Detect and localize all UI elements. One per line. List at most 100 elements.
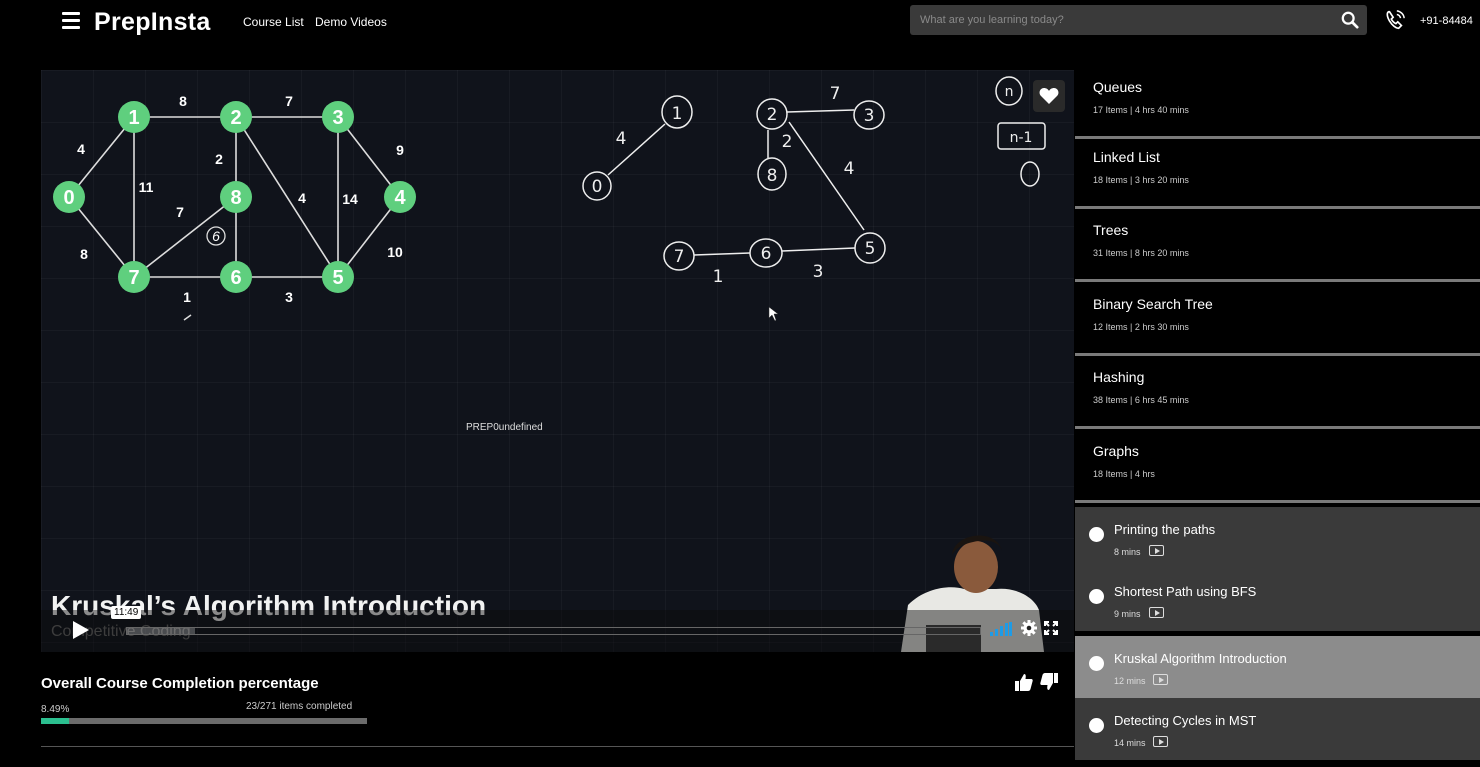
graph-node-label: 0 bbox=[63, 187, 74, 209]
sketch-label: 3 bbox=[813, 262, 824, 282]
graph-node-label: 4 bbox=[394, 187, 406, 209]
sketch-label: 5 bbox=[865, 239, 876, 259]
video-player[interactable]: 0 1 2 3 4 5 6 7 8 4 8 7 9 10 14 4 2 11 7… bbox=[41, 70, 1074, 652]
completion-title: Overall Course Completion percentage bbox=[41, 675, 319, 692]
lesson-kruskal-algorithm[interactable]: Kruskal Algorithm Introduction 12 mins bbox=[1075, 636, 1480, 698]
lesson-printing-the-paths[interactable]: Printing the paths 8 mins bbox=[1075, 507, 1480, 569]
nav-demo-videos[interactable]: Demo Videos bbox=[315, 15, 387, 29]
graph-node-label: 6 bbox=[230, 267, 241, 289]
module-name: Binary Search Tree bbox=[1093, 296, 1213, 312]
graph-node-label: 3 bbox=[332, 107, 343, 129]
volume-icon[interactable] bbox=[990, 622, 1012, 636]
search-input[interactable] bbox=[910, 5, 1330, 35]
graph-node-label: 5 bbox=[332, 267, 343, 289]
lesson-duration: 14 mins bbox=[1114, 738, 1146, 748]
module-trees[interactable]: Trees 31 Items | 8 hrs 20 mins bbox=[1075, 213, 1480, 282]
sketch-label: 1 bbox=[672, 104, 683, 124]
edge-weight: 4 bbox=[77, 141, 85, 157]
thumbs-down-icon[interactable] bbox=[1040, 673, 1058, 691]
nav-course-list[interactable]: Course List bbox=[243, 15, 304, 29]
module-graphs[interactable]: Graphs 18 Items | 4 hrs bbox=[1075, 434, 1480, 503]
menu-icon[interactable] bbox=[62, 12, 80, 30]
module-meta: 18 Items | 4 hrs bbox=[1093, 469, 1155, 479]
module-name: Trees bbox=[1093, 222, 1129, 238]
top-header: PrepInsta Course List Demo Videos +91-84… bbox=[0, 0, 1480, 44]
sketch-label: n-1 bbox=[1010, 130, 1033, 146]
edge-weight: 8 bbox=[80, 246, 88, 262]
play-icon[interactable] bbox=[70, 620, 90, 640]
module-queues[interactable]: Queues 17 Items | 4 hrs 40 mins bbox=[1075, 70, 1480, 139]
sketch-label: 2 bbox=[782, 132, 793, 152]
graph-node-label: 1 bbox=[128, 107, 139, 129]
lesson-status-radio[interactable] bbox=[1089, 589, 1104, 604]
sketch-label: 8 bbox=[767, 166, 778, 186]
module-name: Graphs bbox=[1093, 443, 1139, 459]
sketch-label: n bbox=[1005, 84, 1014, 100]
edge-weight: 1 bbox=[183, 289, 191, 305]
video-icon bbox=[1153, 674, 1168, 685]
edge-weight: 9 bbox=[396, 142, 404, 158]
lesson-name: Kruskal Algorithm Introduction bbox=[1114, 651, 1287, 666]
module-meta: 18 Items | 3 hrs 20 mins bbox=[1093, 175, 1189, 185]
lesson-name: Printing the paths bbox=[1114, 522, 1216, 537]
completion-progress-fill bbox=[41, 718, 69, 724]
lesson-name: Detecting Cycles in MST bbox=[1114, 713, 1257, 728]
lesson-status-radio[interactable] bbox=[1089, 527, 1104, 542]
divider bbox=[41, 746, 1074, 747]
phone-number[interactable]: +91-84484 bbox=[1420, 15, 1473, 27]
completion-percent: 8.49% bbox=[41, 704, 70, 715]
edge-weight: 11 bbox=[139, 179, 154, 195]
sketch-label: 1 bbox=[713, 267, 724, 287]
sketch-label: 6 bbox=[761, 244, 772, 264]
thumbs-up-icon[interactable] bbox=[1015, 673, 1033, 691]
sketch-label: 2 bbox=[767, 105, 778, 125]
module-meta: 17 Items | 4 hrs 40 mins bbox=[1093, 105, 1189, 115]
edge-weight: 3 bbox=[285, 289, 293, 305]
lesson-shortest-path-bfs[interactable]: Shortest Path using BFS 9 mins bbox=[1075, 569, 1480, 631]
completion-progress-bar bbox=[41, 718, 367, 724]
lesson-detecting-cycles-mst[interactable]: Detecting Cycles in MST 14 mins bbox=[1075, 698, 1480, 760]
graph-node-label: 7 bbox=[128, 267, 139, 289]
settings-icon[interactable] bbox=[1021, 620, 1037, 636]
items-completed: 23/271 items completed bbox=[246, 701, 353, 712]
brand-logo[interactable]: PrepInsta bbox=[94, 8, 211, 37]
edge-weight: 7 bbox=[176, 204, 184, 220]
video-icon bbox=[1149, 545, 1164, 556]
seek-bar[interactable] bbox=[126, 627, 981, 635]
edge-weight: 6 bbox=[212, 228, 220, 244]
favorite-button[interactable] bbox=[1033, 80, 1065, 112]
lesson-status-radio[interactable] bbox=[1089, 656, 1104, 671]
phone-icon[interactable] bbox=[1384, 9, 1406, 31]
seek-progress bbox=[127, 628, 196, 634]
video-icon bbox=[1153, 736, 1168, 747]
sketch-label: 3 bbox=[864, 106, 875, 126]
heart-icon bbox=[1039, 88, 1059, 104]
fullscreen-icon[interactable] bbox=[1044, 621, 1058, 635]
sketch-label: 4 bbox=[616, 129, 627, 149]
sketch-label: 0 bbox=[592, 177, 603, 197]
video-icon bbox=[1149, 607, 1164, 618]
video-controls: 11:49 bbox=[41, 606, 1074, 652]
sketch-label: 7 bbox=[830, 84, 841, 104]
search-icon[interactable] bbox=[1341, 11, 1359, 29]
edge-weight: 8 bbox=[179, 93, 187, 109]
current-time: 11:49 bbox=[111, 606, 142, 619]
module-meta: 38 Items | 6 hrs 45 mins bbox=[1093, 395, 1189, 405]
module-linked-list[interactable]: Linked List 18 Items | 3 hrs 20 mins bbox=[1075, 140, 1480, 209]
lesson-duration: 8 mins bbox=[1114, 547, 1141, 557]
lesson-duration: 12 mins bbox=[1114, 676, 1146, 686]
sketch-label: 4 bbox=[844, 159, 855, 179]
graph-node-label: 2 bbox=[230, 107, 241, 129]
module-hashing[interactable]: Hashing 38 Items | 6 hrs 45 mins bbox=[1075, 360, 1480, 429]
edge-weight: 10 bbox=[387, 244, 403, 260]
module-meta: 12 Items | 2 hrs 30 mins bbox=[1093, 322, 1189, 332]
edge-weight: 2 bbox=[215, 151, 223, 167]
search-bar bbox=[910, 5, 1367, 35]
module-binary-search-tree[interactable]: Binary Search Tree 12 Items | 2 hrs 30 m… bbox=[1075, 287, 1480, 356]
sketch-label: 7 bbox=[674, 247, 685, 267]
lesson-duration: 9 mins bbox=[1114, 609, 1141, 619]
lesson-status-radio[interactable] bbox=[1089, 718, 1104, 733]
lesson-name: Shortest Path using BFS bbox=[1114, 584, 1257, 599]
course-sidebar: Queues 17 Items | 4 hrs 40 mins Linked L… bbox=[1075, 70, 1480, 767]
video-watermark: PREP0undefined bbox=[466, 422, 543, 433]
